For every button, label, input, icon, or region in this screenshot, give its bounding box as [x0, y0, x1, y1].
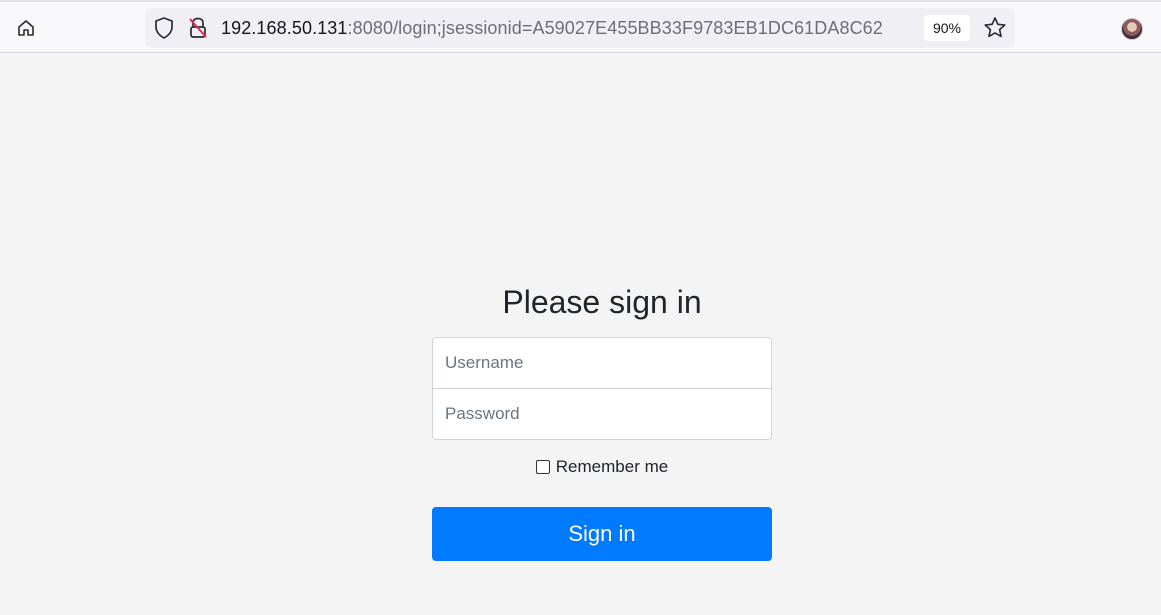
shield-icon[interactable]	[153, 16, 175, 40]
remember-me-label[interactable]: Remember me	[556, 457, 668, 477]
url-text[interactable]: 192.168.50.131:8080/login;jsessionid=A59…	[221, 17, 883, 39]
remember-me-row: Remember me	[432, 456, 772, 478]
page-title: Please sign in	[502, 284, 702, 320]
remember-me-checkbox[interactable]	[535, 460, 550, 474]
zoom-indicator[interactable]: 90%	[924, 15, 970, 41]
url-path: :8080/login;jsessionid=A59027E455BB33F97…	[347, 18, 883, 38]
browser-toolbar: 192.168.50.131:8080/login;jsessionid=A59…	[0, 0, 1161, 53]
username-input[interactable]	[432, 337, 772, 389]
home-button[interactable]	[10, 12, 42, 44]
url-host: 192.168.50.131	[221, 18, 348, 38]
password-input[interactable]	[432, 388, 772, 440]
home-icon	[18, 20, 34, 36]
login-form: Please sign in Remember me Sign in	[432, 280, 772, 561]
sign-in-button[interactable]: Sign in	[432, 507, 772, 561]
profile-avatar[interactable]	[1121, 18, 1143, 40]
address-bar[interactable]: 192.168.50.131:8080/login;jsessionid=A59…	[145, 8, 1015, 48]
insecure-lock-icon[interactable]	[187, 16, 209, 40]
bookmark-star-icon[interactable]	[979, 12, 1011, 44]
